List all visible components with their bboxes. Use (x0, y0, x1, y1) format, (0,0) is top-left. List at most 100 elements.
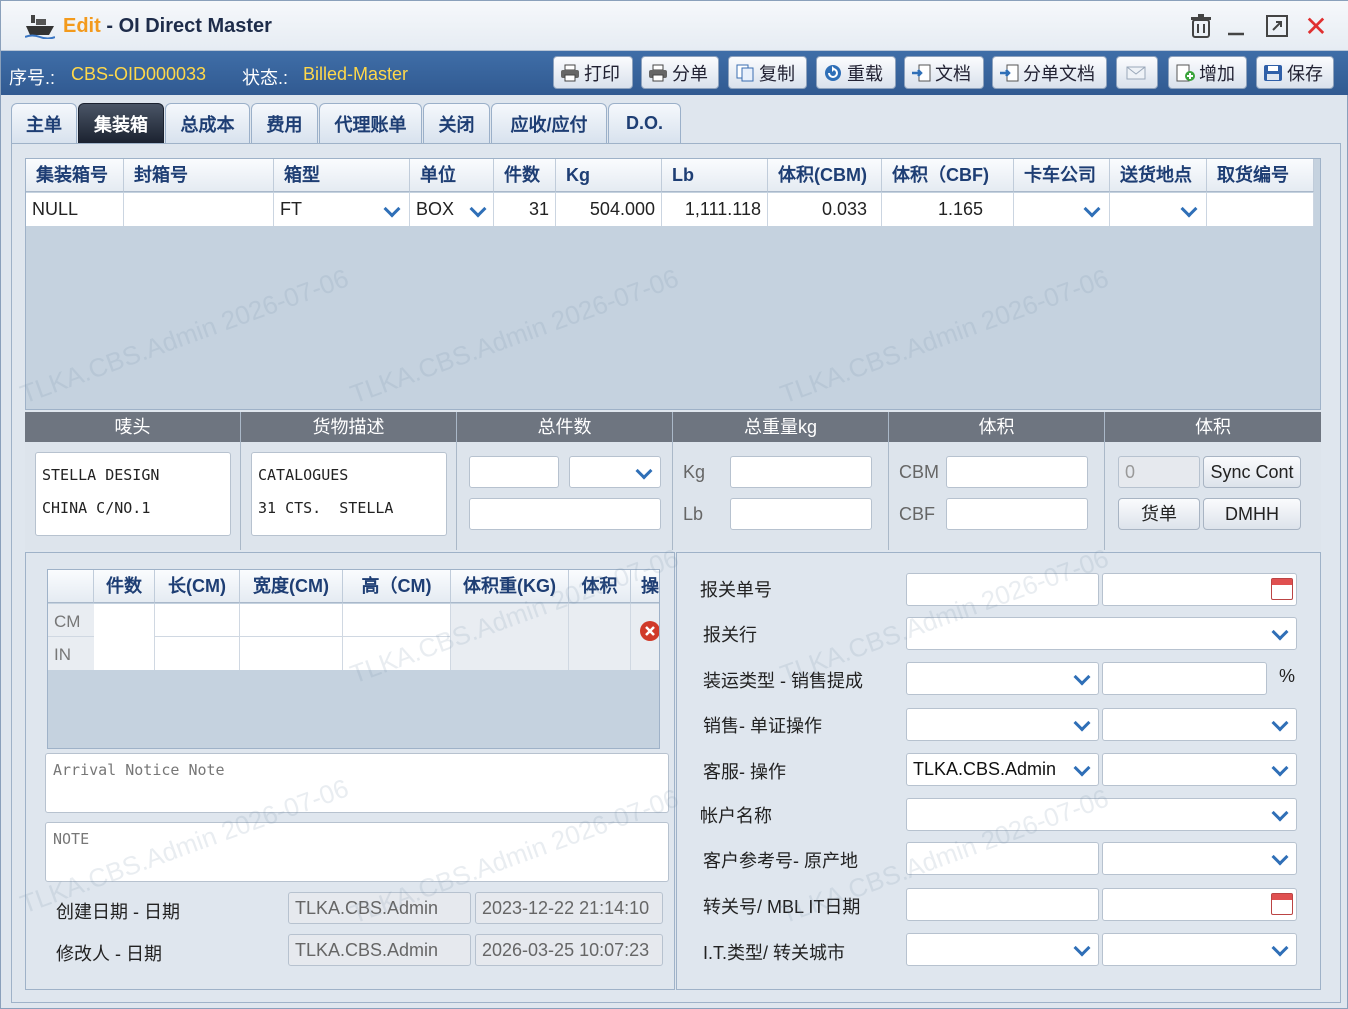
transfer-no-input[interactable] (906, 888, 1099, 921)
dims-cell-width-in[interactable] (240, 637, 343, 670)
description-textarea[interactable]: CATALOGUES 31 CTS. STELLA GLOBAL (251, 452, 447, 536)
bill-button[interactable]: 货单 (1118, 498, 1200, 530)
chevron-down-icon[interactable] (1266, 620, 1294, 647)
trash-icon[interactable] (1188, 14, 1214, 40)
col-trucker[interactable]: 卡车公司 (1014, 159, 1110, 192)
copy-button[interactable]: 复制 (728, 56, 807, 89)
broker-select[interactable] (906, 617, 1297, 650)
cell-unit[interactable]: BOX (410, 193, 494, 226)
tab-ar-ap[interactable]: 应收/应付 (491, 103, 607, 143)
calendar-icon[interactable] (1271, 893, 1293, 915)
cell-lb[interactable]: 1,111.118 (662, 193, 768, 226)
customs-no-input[interactable] (906, 573, 1099, 606)
sales-select[interactable] (906, 708, 1099, 741)
dims-cell-length-cm[interactable] (155, 604, 240, 637)
dmhh-button[interactable]: DMHH (1203, 498, 1301, 530)
dims-col-width[interactable]: 宽度(CM) (240, 570, 343, 603)
commission-input[interactable] (1102, 662, 1267, 695)
dims-cell-pieces[interactable] (94, 604, 155, 670)
arrival-notice-note[interactable]: Arrival Notice Note (45, 753, 669, 813)
docs-button[interactable]: 文档 (904, 56, 984, 89)
col-type[interactable]: 箱型 (274, 159, 410, 192)
transfer-city-select[interactable] (1102, 933, 1297, 966)
chevron-down-icon[interactable] (1175, 195, 1203, 223)
created-date-input[interactable]: 2023-12-22 21:14:10 (475, 892, 663, 924)
note-textarea[interactable]: NOTE (45, 822, 669, 882)
minimize-icon[interactable] (1223, 14, 1249, 40)
customer-ref-input[interactable] (906, 842, 1099, 875)
col-seal-no[interactable]: 封箱号 (124, 159, 274, 192)
modified-date-input[interactable]: 2026-03-25 10:07:23 (475, 934, 663, 966)
dims-col-height[interactable]: 高（CM) (343, 570, 451, 603)
cell-trucker[interactable] (1014, 193, 1110, 226)
chevron-down-icon[interactable] (1266, 845, 1294, 872)
dims-col-pieces[interactable]: 件数 (94, 570, 155, 603)
tab-agent-bill[interactable]: 代理账单 (319, 103, 422, 143)
created-by-input[interactable]: TLKA.CBS.Admin (288, 892, 471, 924)
chevron-down-icon[interactable] (1068, 711, 1096, 738)
modified-by-input[interactable]: TLKA.CBS.Admin (288, 934, 471, 966)
col-unit[interactable]: 单位 (410, 159, 494, 192)
tab-master[interactable]: 主单 (11, 103, 77, 143)
cs-select[interactable]: TLKA.CBS.Admin (906, 753, 1099, 786)
cell-container-no[interactable]: NULL (26, 193, 124, 226)
volume-cbf-input[interactable] (946, 498, 1088, 530)
close-icon[interactable]: ✕ (1303, 13, 1329, 41)
chevron-down-icon[interactable] (1078, 195, 1106, 223)
weight-lb-input[interactable] (730, 498, 872, 530)
sync-cont-button[interactable]: Sync Cont (1203, 456, 1301, 488)
dims-cell-width-cm[interactable] (240, 604, 343, 637)
col-kg[interactable]: Kg (556, 159, 662, 192)
delete-row-icon[interactable] (639, 620, 659, 642)
add-button[interactable]: 增加 (1168, 56, 1247, 89)
tab-fees[interactable]: 费用 (251, 103, 318, 143)
ops-select[interactable] (1102, 753, 1297, 786)
cell-pieces[interactable]: 31 (494, 193, 556, 226)
tab-containers[interactable]: 集装箱 (78, 103, 164, 143)
dims-cell-length-in[interactable] (155, 637, 240, 670)
cell-cbm[interactable]: 0.033 (768, 193, 882, 226)
chevron-down-icon[interactable] (1266, 936, 1294, 963)
email-button[interactable] (1116, 56, 1158, 89)
account-select[interactable] (906, 798, 1297, 831)
print-button[interactable]: 打印 (553, 56, 633, 89)
save-button[interactable]: 保存 (1256, 56, 1334, 89)
chevron-down-icon[interactable] (1068, 936, 1096, 963)
origin-select[interactable] (1102, 842, 1297, 875)
chevron-down-icon[interactable] (464, 195, 492, 223)
split-button[interactable]: 分单 (641, 56, 719, 89)
col-lb[interactable]: Lb (662, 159, 768, 192)
pieces-unit-select[interactable] (569, 456, 661, 488)
col-pieces[interactable]: 件数 (494, 159, 556, 192)
chevron-down-icon[interactable] (1266, 711, 1294, 738)
cell-pickup[interactable] (1207, 193, 1314, 226)
chevron-down-icon[interactable] (1266, 756, 1294, 783)
dims-cell-height-in[interactable] (343, 637, 451, 670)
tab-do[interactable]: D.O. (608, 103, 681, 143)
pieces-extra-input[interactable] (469, 498, 661, 530)
pieces-input[interactable] (469, 456, 559, 488)
dims-col-length[interactable]: 长(CM) (155, 570, 240, 603)
dims-col-volume[interactable]: 体积 (569, 570, 631, 603)
chevron-down-icon[interactable] (1068, 756, 1096, 783)
dims-col-volweight[interactable]: 体积重(KG) (451, 570, 569, 603)
mbl-it-date-input[interactable] (1102, 888, 1297, 921)
marks-textarea[interactable]: STELLA DESIGN CHINA C/NO.1 (35, 452, 231, 536)
volume2-input[interactable]: 0 (1118, 456, 1200, 488)
ship-type-select[interactable] (906, 662, 1099, 695)
chevron-down-icon[interactable] (630, 459, 658, 486)
customs-date-input[interactable] (1102, 573, 1297, 606)
cell-kg[interactable]: 504.000 (556, 193, 662, 226)
dims-col-ops[interactable]: 操 (631, 570, 659, 603)
cell-seal-no[interactable] (124, 193, 274, 226)
volume-cbm-input[interactable] (946, 456, 1088, 488)
col-cbf[interactable]: 体积（CBF) (882, 159, 1014, 192)
split-docs-button[interactable]: 分单文档 (992, 56, 1107, 89)
tab-close[interactable]: 关闭 (423, 103, 490, 143)
doc-ops-select[interactable] (1102, 708, 1297, 741)
tab-total-cost[interactable]: 总成本 (165, 103, 250, 143)
col-pickup[interactable]: 取货编号 (1207, 159, 1314, 192)
col-cbm[interactable]: 体积(CBM) (768, 159, 882, 192)
col-delivery[interactable]: 送货地点 (1110, 159, 1207, 192)
calendar-icon[interactable] (1271, 578, 1293, 600)
